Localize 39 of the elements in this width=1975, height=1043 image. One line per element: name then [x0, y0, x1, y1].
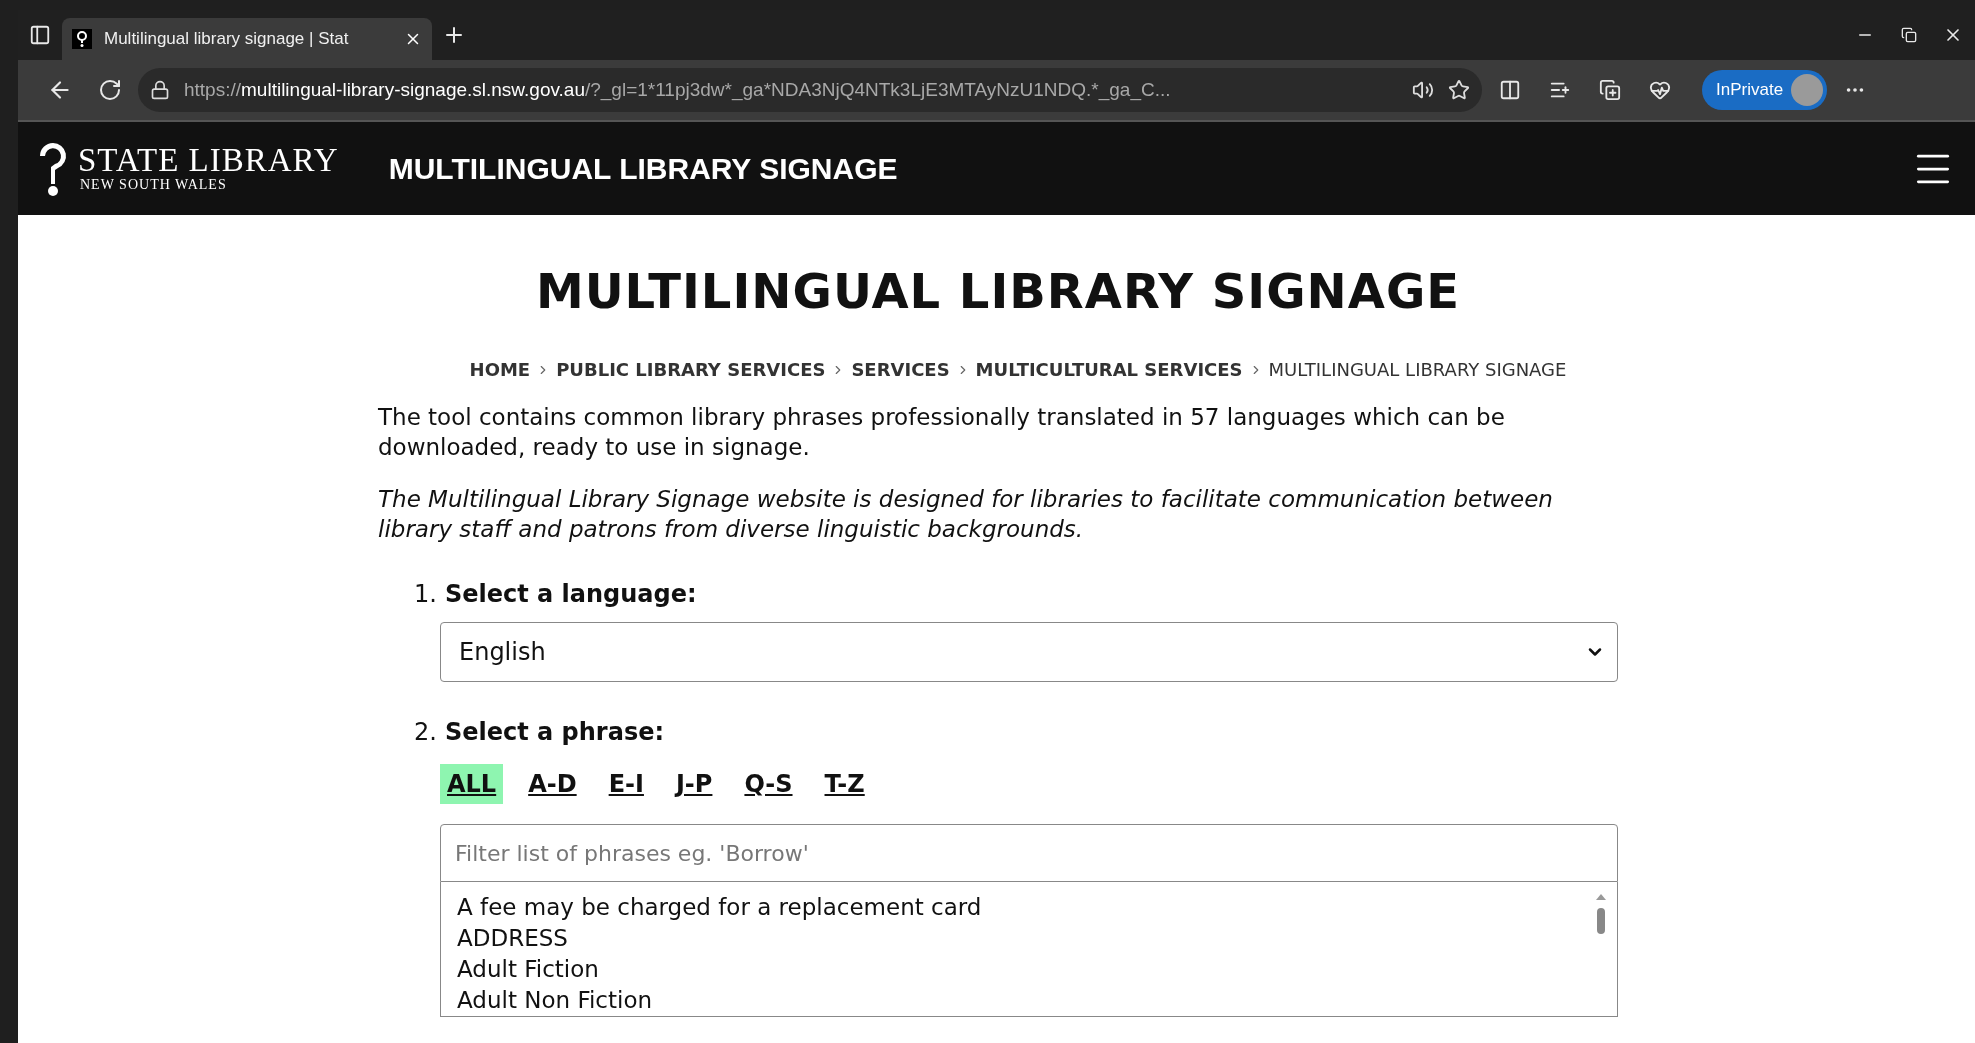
logo-icon — [38, 140, 68, 197]
address-bar[interactable]: https://multilingual-library-signage.sl.nsw.gov.au/?_gl=1*11pj3dw*_ga*NDA3NjQ4NTk3LjE3MTAyNzU1NDQ.*_ga_C... — [138, 68, 1482, 112]
step-label: Select a phrase: — [444, 718, 665, 746]
url-text: https://multilingual-library-signage.sl.nsw.gov.au/?_gl=1*11pj3dw*_ga*NDA3NjQ4NTk3LjE3MTAyNzU1NDQ.*_ga_C... — [184, 79, 1172, 101]
logo-title: STATE LIBRARY — [78, 144, 339, 177]
language-select[interactable]: English — [440, 622, 1618, 682]
letter-filter[interactable]: T-Z — [817, 764, 872, 804]
breadcrumb-link[interactable]: HOME — [469, 359, 531, 380]
step-number: 1. — [414, 580, 437, 608]
phrase-option[interactable]: ADDRESS — [457, 923, 1593, 954]
filter-field[interactable]: Filter list of phrases eg. 'Borrow' — [440, 824, 1618, 882]
inprivate-badge[interactable]: InPrivate — [1702, 70, 1828, 110]
letter-filter[interactable]: J-P — [668, 764, 720, 804]
read-aloud-icon[interactable] — [1412, 79, 1434, 101]
step-number: 2. — [414, 718, 437, 746]
logo-subtitle: NEW SOUTH WALES — [80, 177, 228, 193]
letter-filter[interactable]: A-D — [521, 764, 584, 804]
avatar-icon — [1791, 74, 1824, 106]
breadcrumb-link[interactable]: SERVICES — [851, 359, 950, 380]
star-icon[interactable] — [1448, 79, 1470, 101]
step-label: Select a language: — [444, 580, 697, 608]
letter-filter[interactable]: Q-S — [737, 764, 800, 804]
breadcrumb-link[interactable]: PUBLIC LIBRARY SERVICES — [556, 359, 826, 380]
phrase-option[interactable]: A fee may be charged for a replacement card — [457, 892, 1593, 923]
page-heading: MULTILINGUAL LIBRARY SIGNAGE — [534, 263, 1462, 319]
scrollbar[interactable] — [1593, 892, 1609, 936]
breadcrumb-link[interactable]: MULTICULTURAL SERVICES — [975, 359, 1243, 380]
phrase-option[interactable]: Adult Fiction — [457, 954, 1593, 985]
favicon-icon — [72, 29, 92, 49]
letter-filter[interactable]: ALL — [440, 764, 504, 804]
breadcrumb-current: MULTILINGUAL LIBRARY SIGNAGE — [1268, 359, 1567, 380]
lock-icon — [150, 80, 170, 100]
phrase-option[interactable]: Adult Non Fiction — [457, 985, 1593, 1016]
tab-title: Multilingual library signage | Stat — [104, 29, 350, 49]
letter-filter[interactable]: E-I — [601, 764, 651, 804]
intro-text: The tool contains common library phrases professionally translated in 57 languages which can be downloaded, ready to use in signage. — [378, 403, 1506, 462]
browser-tab[interactable]: Multilingual library signage | Stat — [62, 18, 432, 60]
note-text: The Multilingual Library Signage website is designed for libraries to facilitate communication between library staff and patrons from diverse linguistic backgrounds. — [378, 485, 1554, 544]
site-title: MULTILINGUAL LIBRARY SIGNAGE — [388, 151, 899, 186]
